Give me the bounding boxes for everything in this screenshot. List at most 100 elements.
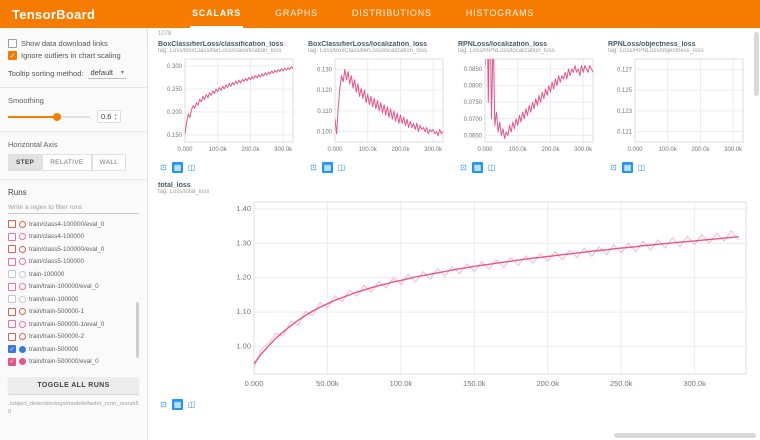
- run-item[interactable]: train/train-100000/eval_0: [8, 281, 139, 294]
- chart-title: total_loss: [158, 182, 752, 189]
- run-color-dot-icon: [19, 258, 26, 265]
- chevron-down-icon: ▾: [121, 69, 124, 76]
- data-table-icon[interactable]: ▦: [322, 162, 333, 173]
- svg-text:150.0k: 150.0k: [463, 379, 486, 388]
- fullscreen-icon[interactable]: ⊡: [308, 162, 319, 173]
- run-label: train/train-100000: [29, 296, 78, 303]
- svg-text:100.0k: 100.0k: [359, 147, 378, 153]
- run-item[interactable]: ✓ train/train-500000/eval_0: [8, 356, 139, 369]
- run-label: train/class4-100000: [29, 233, 84, 240]
- svg-text:100.0k: 100.0k: [209, 147, 228, 153]
- run-checkbox[interactable]: [8, 333, 16, 341]
- data-table-icon[interactable]: ▦: [172, 399, 183, 410]
- svg-text:0.121: 0.121: [617, 130, 633, 136]
- slider-thumb[interactable]: [53, 113, 61, 121]
- svg-text:300.0k: 300.0k: [424, 147, 443, 153]
- stepper-icon[interactable]: ▴▾: [114, 113, 116, 120]
- run-list: train/class4-100000/eval_0 train/class4-1…: [8, 218, 139, 370]
- run-filter-input[interactable]: [8, 202, 139, 214]
- run-item[interactable]: train/train-500000-1: [8, 306, 139, 319]
- svg-text:0.150: 0.150: [167, 133, 183, 139]
- run-label: train/train-500000/eval_0: [29, 358, 99, 365]
- run-checkbox[interactable]: [8, 220, 16, 228]
- fullscreen-icon[interactable]: ⊡: [608, 162, 619, 173]
- smoothing-value-input[interactable]: 0.6 ▴▾: [97, 110, 121, 123]
- run-checkbox[interactable]: [8, 320, 16, 328]
- show-download-links-checkbox[interactable]: Show data download links: [8, 39, 139, 48]
- axis-relative-button[interactable]: RELATIVE: [42, 154, 91, 171]
- chart-canvas[interactable]: 0.1000.1100.1200.1300.000100.0k200.0k300…: [308, 55, 448, 155]
- tab-histograms[interactable]: HISTOGRAMS: [464, 0, 536, 28]
- toggle-all-runs-button[interactable]: TOGGLE ALL RUNS: [8, 377, 139, 394]
- data-table-icon[interactable]: ▦: [472, 162, 483, 173]
- chart-card: BoxClassifierLoss/classification_losstag…: [158, 41, 298, 173]
- checkbox-label: Ignore outliers in chart scaling: [21, 51, 121, 60]
- ignore-outliers-checkbox[interactable]: ✓ Ignore outliers in chart scaling: [8, 51, 139, 60]
- chart-title: RPNLoss/localization_loss: [458, 41, 598, 48]
- run-color-dot-icon: [19, 346, 26, 353]
- svg-text:1.00: 1.00: [236, 341, 251, 350]
- run-checkbox[interactable]: [8, 270, 16, 278]
- run-checkbox[interactable]: ✓: [8, 345, 16, 353]
- svg-text:0.000: 0.000: [477, 147, 493, 153]
- pin-icon[interactable]: ◫: [336, 162, 347, 173]
- tab-distributions[interactable]: DISTRIBUTIONS: [350, 0, 434, 28]
- pin-icon[interactable]: ◫: [186, 399, 197, 410]
- run-label: train/train-500000-1: [29, 308, 84, 315]
- data-table-icon[interactable]: ▦: [622, 162, 633, 173]
- run-checkbox[interactable]: [8, 233, 16, 241]
- small-charts-row: BoxClassifierLoss/classification_losstag…: [158, 41, 752, 173]
- scalars-dashboard: 1078 BoxClassifierLoss/classification_lo…: [148, 28, 760, 440]
- pin-icon[interactable]: ◫: [486, 162, 497, 173]
- run-color-dot-icon: [19, 321, 26, 328]
- run-item[interactable]: train/class4-100000/eval_0: [8, 218, 139, 231]
- run-item[interactable]: train-100000: [8, 268, 139, 281]
- run-list-scrollbar[interactable]: [136, 302, 139, 358]
- run-checkbox[interactable]: [8, 245, 16, 253]
- run-color-dot-icon: [19, 333, 26, 340]
- run-item[interactable]: train/class4-100000: [8, 231, 139, 244]
- svg-text:1.10: 1.10: [236, 307, 251, 316]
- svg-text:0.0800: 0.0800: [464, 84, 483, 90]
- run-item[interactable]: train/train-100000: [8, 293, 139, 306]
- run-color-dot-icon: [19, 271, 26, 278]
- run-checkbox[interactable]: [8, 308, 16, 316]
- checkbox-icon[interactable]: ✓: [8, 51, 17, 60]
- chart-canvas[interactable]: 0.1210.1230.1250.1270.000100.0k200.0k300…: [608, 55, 748, 155]
- run-label: train/train-500000-1/eval_0: [29, 321, 104, 328]
- run-item[interactable]: train/train-500000-1/eval_0: [8, 318, 139, 331]
- tooltip-sort-dropdown[interactable]: default ▾: [88, 67, 126, 79]
- runs-section-label: Runs: [8, 188, 139, 197]
- data-table-icon[interactable]: ▦: [172, 162, 183, 173]
- fullscreen-icon[interactable]: ⊡: [158, 399, 169, 410]
- run-item[interactable]: ✓train/train-500000: [8, 343, 139, 356]
- horizontal-axis-toggle: STEP RELATIVE WALL: [8, 154, 139, 171]
- tab-graphs[interactable]: GRAPHS: [273, 0, 320, 28]
- vertical-scrollbar[interactable]: [754, 32, 759, 96]
- chart-canvas[interactable]: 0.1500.2000.2500.3000.000100.0k200.0k300…: [158, 55, 298, 155]
- chart-canvas[interactable]: 1.001.101.201.301.400.00050.00k100.0k150…: [158, 196, 754, 392]
- settings-sidebar: Show data download links ✓ Ignore outlie…: [0, 28, 148, 440]
- svg-text:50.00k: 50.00k: [316, 379, 339, 388]
- tab-scalars[interactable]: SCALARS: [190, 0, 243, 28]
- run-item[interactable]: train/class5-100000/eval_0: [8, 243, 139, 256]
- checkbox-icon[interactable]: [8, 39, 17, 48]
- pin-icon[interactable]: ◫: [186, 162, 197, 173]
- run-checkbox[interactable]: [8, 295, 16, 303]
- svg-text:300.0k: 300.0k: [724, 147, 743, 153]
- run-checkbox[interactable]: [8, 283, 16, 291]
- pin-icon[interactable]: ◫: [636, 162, 647, 173]
- axis-wall-button[interactable]: WALL: [92, 154, 127, 171]
- fullscreen-icon[interactable]: ⊡: [458, 162, 469, 173]
- svg-text:0.100: 0.100: [317, 130, 333, 136]
- run-item[interactable]: train/train-500000-2: [8, 331, 139, 344]
- run-checkbox[interactable]: [8, 258, 16, 266]
- axis-step-button[interactable]: STEP: [8, 154, 42, 171]
- smoothing-slider[interactable]: [8, 116, 90, 118]
- run-item[interactable]: train/class5-100000: [8, 256, 139, 269]
- chart-canvas[interactable]: 0.06500.07000.07500.08000.08500.000100.0…: [458, 55, 598, 155]
- fullscreen-icon[interactable]: ⊡: [158, 162, 169, 173]
- run-checkbox[interactable]: ✓: [8, 358, 16, 366]
- svg-text:100.0k: 100.0k: [390, 379, 413, 388]
- horizontal-scrollbar[interactable]: [614, 433, 756, 438]
